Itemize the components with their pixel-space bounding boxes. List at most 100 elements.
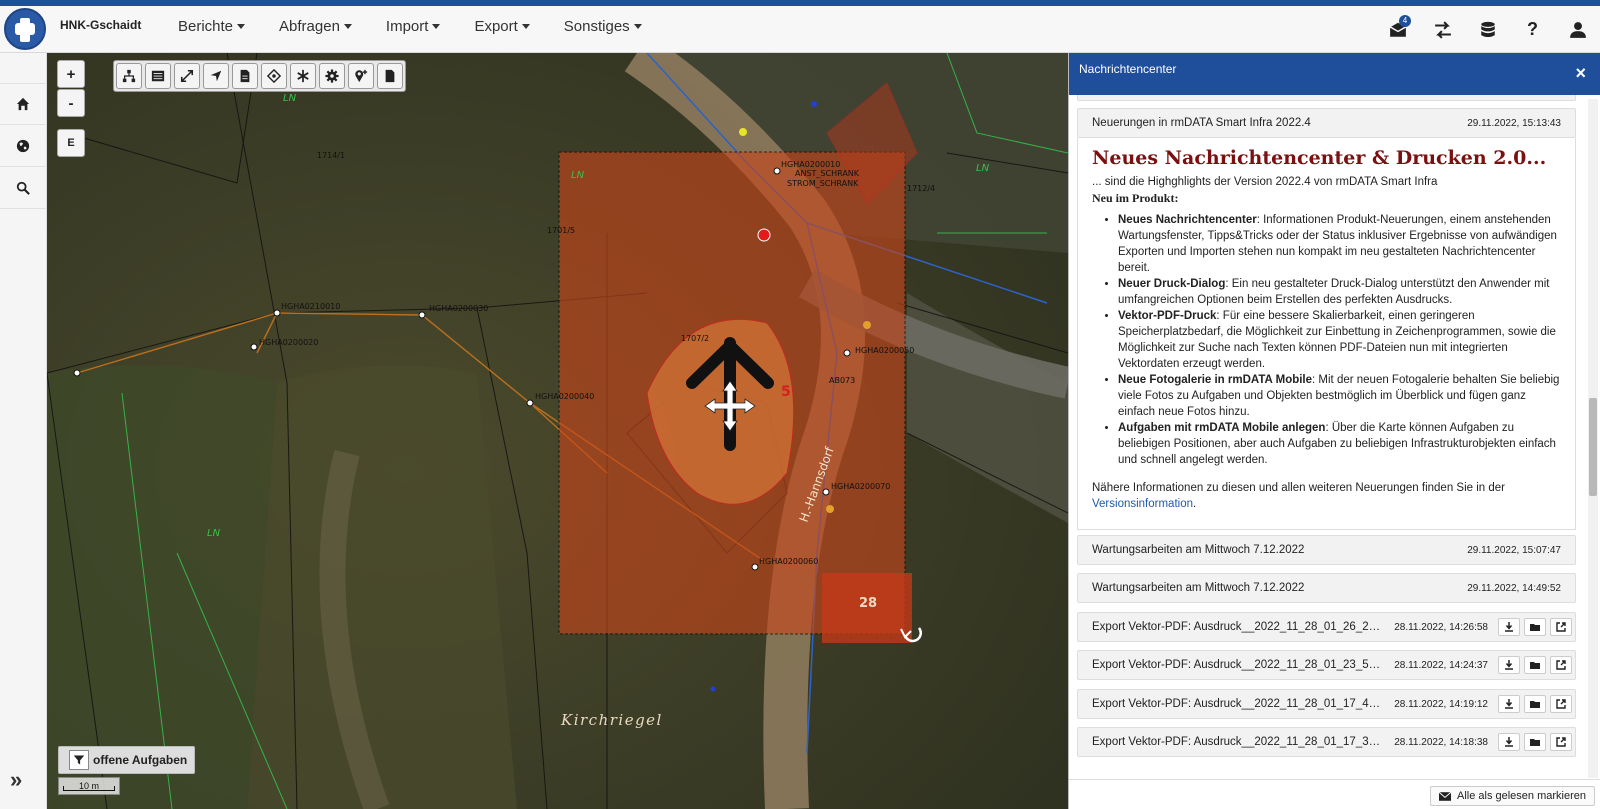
open-external-button[interactable] [1550, 618, 1572, 636]
open-folder-button[interactable] [1524, 618, 1546, 636]
version-info-link[interactable]: Versionsinformation [1092, 498, 1193, 510]
external-link-icon [1556, 737, 1566, 747]
download-button[interactable] [1498, 695, 1520, 713]
tool-add-marker-button[interactable] [348, 63, 374, 89]
download-button[interactable] [1498, 656, 1520, 674]
map-place-label: Kirchriegel [560, 711, 663, 729]
map-label: 1707/2 [681, 334, 709, 343]
database-button[interactable] [1465, 6, 1510, 53]
tool-table-button[interactable] [145, 63, 171, 89]
switch-button[interactable] [1420, 6, 1465, 53]
help-button[interactable]: ? [1510, 6, 1555, 53]
feature-item: Neuer Druck-Dialog: Ein neu gestalteter … [1118, 276, 1561, 308]
file-icon [385, 69, 395, 83]
open-external-button[interactable] [1550, 656, 1572, 674]
open-external-button[interactable] [1550, 695, 1572, 713]
message-title: Export Vektor-PDF: Ausdruck__2022_11_28_… [1092, 659, 1385, 671]
menu-berichte[interactable]: Berichte [178, 18, 246, 35]
message-item[interactable]: Wartungsarbeiten am Mittwoch 7.12.2022 2… [1077, 573, 1576, 603]
download-button[interactable] [1498, 618, 1520, 636]
message-title: Wartungsarbeiten am Mittwoch 7.12.2022 [1092, 544, 1305, 556]
zoom-out-button[interactable]: - [57, 89, 85, 117]
zoom-in-button[interactable]: + [57, 60, 85, 88]
message-list: Neuerungen in rmDATA Smart Infra 2022.4 … [1077, 95, 1581, 780]
open-tasks-button[interactable]: offene Aufgaben [58, 746, 196, 774]
left-sidebar: » [0, 53, 47, 809]
search-button[interactable] [0, 167, 46, 209]
filter-icon [69, 750, 89, 770]
mark-all-read-button[interactable]: Alle als gelesen markieren [1429, 786, 1595, 806]
open-external-button[interactable] [1550, 733, 1572, 751]
map-label: HGHA0200060 [759, 557, 818, 566]
feature-name: Neues Nachrichtencenter [1118, 214, 1257, 226]
feature-item: Vektor-PDF-Druck: Für eine bessere Skali… [1118, 308, 1561, 372]
open-folder-button[interactable] [1524, 733, 1546, 751]
message-date: 28.11.2022, 14:26:58 [1394, 621, 1488, 633]
crosshair-icon [267, 69, 281, 83]
main-menu: Berichte Abfragen Import Export Sonstige… [178, 18, 676, 35]
map-view[interactable]: LN LN LN LN 1714/1 1712/4 1701/5 1707/2 … [47, 53, 1068, 809]
tool-settings-button[interactable] [319, 63, 345, 89]
feature-name: Aufgaben mit rmDATA Mobile anlegen [1118, 422, 1326, 434]
expand-sidebar-icon[interactable]: » [10, 767, 22, 793]
menu-import[interactable]: Import [386, 18, 441, 35]
feature-list: Neues Nachrichtencenter: Informationen P… [1092, 212, 1561, 468]
message-item-export[interactable]: Export Vektor-PDF: Ausdruck__2022_11_28_… [1077, 612, 1576, 642]
tool-print-button[interactable] [377, 63, 403, 89]
chevron-down-icon [521, 23, 530, 29]
message-date: 28.11.2022, 14:24:37 [1394, 659, 1488, 671]
message-item-export[interactable]: Export Vektor-PDF: Ausdruck__2022_11_28_… [1077, 689, 1576, 719]
tool-asterisk-button[interactable] [290, 63, 316, 89]
user-button[interactable] [1555, 6, 1600, 53]
feature-item: Aufgaben mit rmDATA Mobile anlegen: Über… [1118, 420, 1561, 468]
app-logo[interactable] [4, 8, 46, 50]
message-actions [1498, 695, 1572, 713]
expand-icon [180, 69, 194, 83]
tool-locate-button[interactable] [203, 63, 229, 89]
notifications-button[interactable]: 4 [1375, 6, 1420, 53]
scale-bar: 10 m [58, 777, 120, 795]
app-title: HNK-Gschaidt [60, 18, 142, 32]
message-item-release[interactable]: Neuerungen in rmDATA Smart Infra 2022.4 … [1077, 108, 1576, 138]
message-headline: Neues Nachrichtencenter & Drucken 2.0... [1092, 147, 1547, 169]
chevron-down-icon [237, 23, 246, 29]
map-label: 1701/5 [547, 226, 575, 235]
message-item-export[interactable]: Export Vektor-PDF: Ausdruck__2022_11_28_… [1077, 650, 1576, 680]
tool-extent-button[interactable] [174, 63, 200, 89]
menu-sonstiges-label: Sonstiges [563, 18, 630, 35]
globe-button[interactable] [0, 125, 46, 167]
chevron-down-icon [633, 23, 642, 29]
message-item[interactable]: Wartungsarbeiten am Mittwoch 7.12.2022 2… [1077, 535, 1576, 565]
map-label: LN [571, 170, 585, 181]
map-label: HGHA0200010 [781, 160, 840, 169]
download-icon [1505, 699, 1513, 709]
exchange-icon [1434, 20, 1451, 39]
external-link-icon [1556, 699, 1566, 709]
map-canvas[interactable]: LN LN LN LN 1714/1 1712/4 1701/5 1707/2 … [47, 53, 1068, 809]
gear-icon [325, 69, 339, 83]
tool-tree-button[interactable] [116, 63, 142, 89]
map-label: STROM_SCHRANK [787, 179, 859, 188]
open-folder-button[interactable] [1524, 656, 1546, 674]
open-folder-button[interactable] [1524, 695, 1546, 713]
close-icon[interactable]: × [1575, 63, 1586, 84]
feature-name: Vektor-PDF-Druck [1118, 310, 1217, 322]
message-item-export[interactable]: Export Vektor-PDF: Ausdruck__2022_11_28_… [1077, 727, 1576, 757]
menu-sonstiges[interactable]: Sonstiges [564, 18, 642, 35]
menu-abfragen[interactable]: Abfragen [279, 18, 352, 35]
message-date: 29.11.2022, 15:13:43 [1467, 117, 1561, 129]
folder-icon [1530, 662, 1540, 669]
map-label: HGHA0200050 [855, 346, 914, 355]
tool-document-button[interactable] [232, 63, 258, 89]
map-label: HGHA0200030 [429, 304, 488, 313]
message-item-partial[interactable] [1077, 95, 1576, 101]
message-title: Neuerungen in rmDATA Smart Infra 2022.4 [1092, 117, 1311, 129]
layer-e-button[interactable]: E [57, 129, 85, 157]
panel-scrollbar-thumb[interactable] [1589, 398, 1597, 496]
download-button[interactable] [1498, 733, 1520, 751]
menu-export[interactable]: Export [474, 18, 530, 35]
tool-crosshair-button[interactable] [261, 63, 287, 89]
home-button[interactable] [0, 83, 46, 125]
message-outro: Nähere Informationen zu diesen und allen… [1092, 480, 1561, 512]
message-title: Export Vektor-PDF: Ausdruck__2022_11_28_… [1092, 621, 1385, 633]
